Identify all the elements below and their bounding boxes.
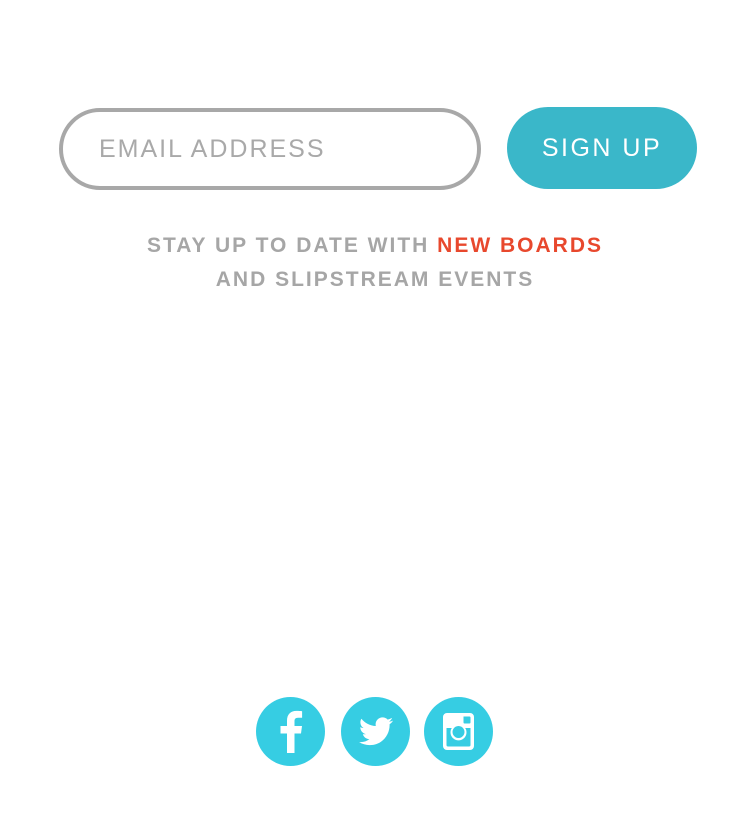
newsletter-tagline: STAY UP TO DATE WITH NEW BOARDS AND SLIP… [0, 229, 750, 297]
tagline-prefix: STAY UP TO DATE WITH [147, 234, 438, 257]
facebook-icon [280, 710, 303, 753]
facebook-link[interactable] [256, 697, 325, 766]
tagline-highlight: NEW BOARDS [437, 234, 603, 257]
email-field-container[interactable] [59, 108, 481, 190]
instagram-link[interactable] [424, 697, 493, 766]
email-input[interactable] [99, 112, 459, 186]
tagline-line-2: AND SLIPSTREAM EVENTS [215, 268, 535, 291]
sign-up-button[interactable]: SIGN UP [507, 107, 697, 189]
tagline-line-1: STAY UP TO DATE WITH NEW BOARDS [0, 229, 750, 263]
social-links [0, 697, 750, 767]
instagram-icon [443, 713, 474, 750]
twitter-link[interactable] [341, 697, 410, 766]
twitter-icon [359, 717, 393, 746]
newsletter-signup-form: SIGN UP [59, 107, 699, 191]
